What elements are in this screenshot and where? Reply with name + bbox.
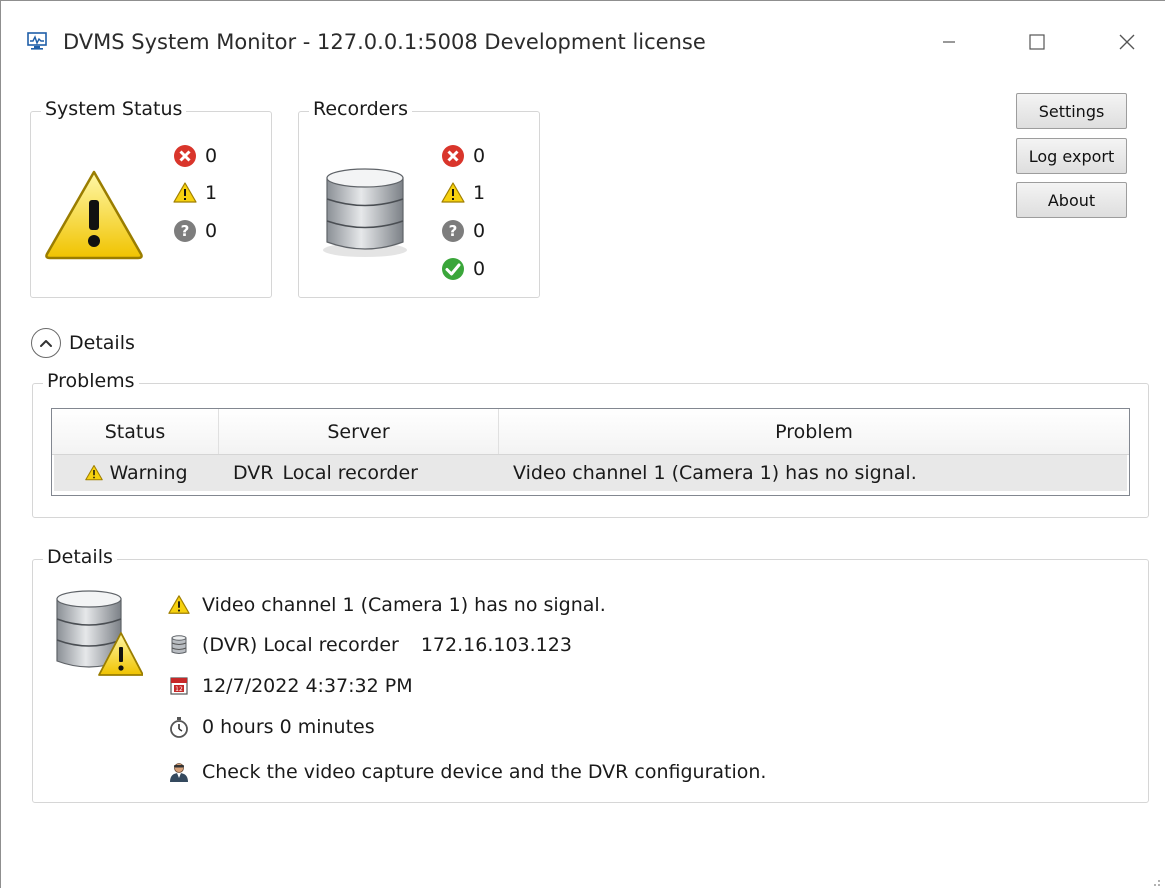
system-status-title: System Status xyxy=(41,98,187,120)
column-header-problem[interactable]: Problem xyxy=(499,409,1129,454)
details-title: Details xyxy=(43,546,117,568)
svg-text:?: ? xyxy=(449,222,458,240)
detail-recorder-name: (DVR) Local recorder xyxy=(202,634,399,656)
resize-grip-icon[interactable] xyxy=(1149,872,1161,886)
recorder-unknown-count: ? 0 xyxy=(441,216,485,246)
problem-cell: Video channel 1 (Camera 1) has no signal… xyxy=(513,462,917,484)
column-header-status[interactable]: Status xyxy=(52,409,219,454)
problems-title: Problems xyxy=(43,370,139,392)
stopwatch-icon xyxy=(168,716,190,738)
detail-timestamp-text: 12/7/2022 4:37:32 PM xyxy=(202,675,413,697)
recorder-ok-count: 0 xyxy=(441,254,485,284)
monitor-app-icon xyxy=(27,32,47,50)
svg-text:12: 12 xyxy=(175,686,183,693)
system-warning-count: 1 xyxy=(173,178,217,208)
close-icon[interactable] xyxy=(1104,23,1150,61)
question-icon: ? xyxy=(441,219,465,243)
error-icon xyxy=(441,144,465,168)
recorder-ok-value: 0 xyxy=(473,258,486,280)
about-button[interactable]: About xyxy=(1016,182,1127,218)
detail-timestamp: 12 12/7/2022 4:37:32 PM xyxy=(168,671,413,701)
server-name: Local recorder xyxy=(282,462,418,484)
title-bar[interactable]: DVMS System Monitor - 127.0.0.1:5008 Dev… xyxy=(1,1,1165,83)
main-window: DVMS System Monitor - 127.0.0.1:5008 Dev… xyxy=(0,0,1165,888)
minimize-icon[interactable] xyxy=(926,23,972,61)
detail-duration: 0 hours 0 minutes xyxy=(168,712,375,742)
detail-recorder: (DVR) Local recorder 172.16.103.123 xyxy=(168,630,572,660)
details-expander-label: Details xyxy=(69,332,135,354)
system-error-value: 0 xyxy=(205,145,218,167)
svg-text:?: ? xyxy=(181,222,190,240)
detail-recorder-ip: 172.16.103.123 xyxy=(420,634,572,656)
details-expander[interactable]: Details xyxy=(31,328,135,358)
detail-action: Check the video capture device and the D… xyxy=(168,757,766,787)
system-status-group: System Status 0 1 ? 0 xyxy=(30,98,272,298)
recorders-title: Recorders xyxy=(309,98,413,120)
maximize-icon[interactable] xyxy=(1014,23,1060,61)
settings-button[interactable]: Settings xyxy=(1016,93,1127,129)
recorder-warning-count: 1 xyxy=(441,178,485,208)
window-title: DVMS System Monitor - 127.0.0.1:5008 Dev… xyxy=(63,30,706,54)
status-text: Warning xyxy=(109,462,188,484)
user-support-icon xyxy=(168,761,190,783)
server-cell: DVR Local recorder xyxy=(219,455,499,491)
status-cell: Warning xyxy=(54,455,219,491)
detail-duration-text: 0 hours 0 minutes xyxy=(202,716,375,738)
detail-message-text: Video channel 1 (Camera 1) has no signal… xyxy=(202,594,606,616)
database-small-icon xyxy=(168,634,190,656)
system-warning-value: 1 xyxy=(205,182,218,204)
recorder-warning-value: 1 xyxy=(473,182,486,204)
log-export-button[interactable]: Log export xyxy=(1016,138,1127,174)
chevron-up-icon[interactable] xyxy=(31,328,61,358)
system-unknown-value: 0 xyxy=(205,220,218,242)
ok-check-icon xyxy=(441,257,465,281)
warning-icon xyxy=(173,181,197,205)
detail-message: Video channel 1 (Camera 1) has no signal… xyxy=(168,590,606,620)
warning-icon xyxy=(441,181,465,205)
recorder-unknown-value: 0 xyxy=(473,220,486,242)
system-unknown-count: ? 0 xyxy=(173,216,217,246)
table-header: Status Server Problem xyxy=(52,409,1129,455)
large-warning-icon xyxy=(41,166,147,262)
warning-icon xyxy=(168,594,190,616)
calendar-icon: 12 xyxy=(168,675,190,697)
recorder-error-count: 0 xyxy=(441,141,485,171)
table-row[interactable]: Warning DVR Local recorder Video channel… xyxy=(54,455,1127,491)
recorder-error-value: 0 xyxy=(473,145,486,167)
database-warning-icon xyxy=(53,587,144,683)
error-icon xyxy=(173,144,197,168)
system-error-count: 0 xyxy=(173,141,217,171)
question-icon: ? xyxy=(173,219,197,243)
recorders-group: Recorders 0 1 ? 0 0 xyxy=(298,98,540,298)
warning-icon xyxy=(85,464,104,482)
detail-action-text: Check the video capture device and the D… xyxy=(202,761,767,783)
column-header-server[interactable]: Server xyxy=(219,409,499,454)
problems-table: Status Server Problem Warning DVR Local … xyxy=(51,408,1130,496)
server-type: DVR xyxy=(233,462,274,484)
database-icon xyxy=(321,164,411,260)
